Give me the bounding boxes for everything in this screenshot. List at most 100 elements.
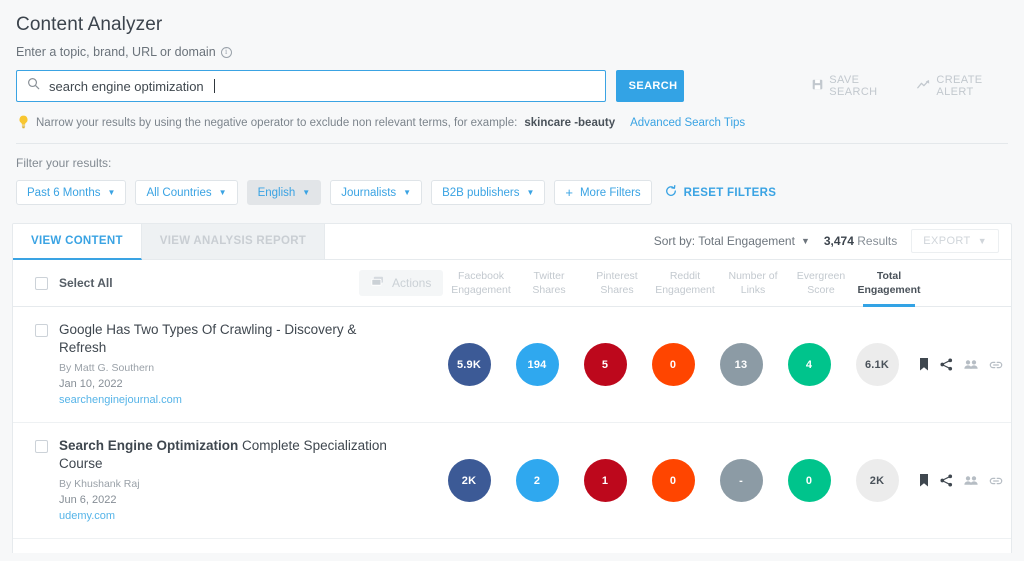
filter-chip-language-label: English (257, 186, 296, 199)
filter-chip-language[interactable]: English ▼ (246, 180, 322, 205)
export-button[interactable]: EXPORT ▼ (911, 229, 999, 253)
chevron-down-icon: ▼ (800, 236, 810, 246)
row-author: By Matt G. Southern (59, 362, 155, 374)
chevron-down-icon: ▼ (302, 188, 311, 197)
select-all-checkbox[interactable] (35, 276, 48, 290)
create-alert-button[interactable]: CREATE ALERT (917, 74, 1008, 98)
contacts-icon[interactable] (964, 359, 978, 370)
column-line1: Twitter (533, 270, 565, 282)
table-header: Select All Actions Facebook Engagement T… (13, 260, 1011, 307)
column-line1: Facebook (457, 270, 505, 282)
header-actions: SAVE SEARCH CREATE ALERT (812, 74, 1008, 98)
advanced-search-tips-link[interactable]: Advanced Search Tips (630, 117, 745, 129)
column-line1: Total (876, 270, 902, 282)
reset-filters-label: RESET FILTERS (683, 186, 777, 199)
metric-bubble: 4 (787, 343, 831, 386)
search-button[interactable]: SEARCH (615, 70, 685, 102)
metric-number-of-links: - (707, 459, 775, 502)
row-title[interactable]: Search Engine Optimization Complete Spec… (59, 437, 389, 473)
tabs-row: VIEW CONTENT VIEW ANALYSIS REPORT Sort b… (13, 224, 1011, 260)
row-checkbox[interactable] (35, 324, 48, 337)
info-icon[interactable]: i (220, 46, 232, 58)
column-line2: Shares (532, 284, 566, 296)
bookmark-icon[interactable] (919, 474, 929, 487)
column-reddit-engagement[interactable]: Reddit Engagement (651, 260, 719, 307)
metric-bubble: 0 (787, 459, 831, 502)
search-input-value: search engine optimization (49, 78, 204, 94)
column-line1: Reddit (669, 270, 701, 282)
metric-bubble: 0 (651, 343, 695, 386)
column-line2: Engagement (451, 284, 511, 296)
table-row[interactable]: Google Has Two Types Of Crawling - Disco… (13, 307, 1011, 423)
lightbulb-icon (18, 115, 29, 131)
search-row: search engine optimization SEARCH SAVE S… (16, 70, 1008, 102)
row-content: Search Engine Optimization Complete Spec… (35, 423, 405, 538)
metric-bubble: 0 (651, 459, 695, 502)
metric-bubble: 5.9K (447, 343, 491, 386)
row-title-text: Google Has Two Types Of Crawling - Disco… (59, 322, 357, 355)
metric-bubble: - (719, 459, 763, 502)
link-icon[interactable] (989, 359, 1003, 371)
row-content: Google Has Two Types Of Crawling - Disco… (35, 307, 405, 422)
share-icon[interactable] (940, 474, 953, 487)
sort-by-dropdown[interactable]: Sort by: Total Engagement ▼ (654, 234, 810, 248)
row-title[interactable]: Google Has Two Types Of Crawling - Disco… (59, 321, 389, 357)
row-metrics: 5.9K 194 5 0 13 4 6.1K (435, 343, 1011, 386)
column-evergreen-score[interactable]: Evergreen Score (787, 260, 855, 307)
row-domain-link[interactable]: udemy.com (59, 508, 389, 524)
metric-evergreen-score: 0 (775, 459, 843, 502)
column-pinterest-shares[interactable]: Pinterest Shares (583, 260, 651, 307)
metric-bubble: 2K (855, 459, 899, 502)
row-metrics: 2K 2 1 0 - 0 2K (435, 459, 1011, 502)
metric-facebook-engagement: 5.9K (435, 343, 503, 386)
tab-view-content[interactable]: VIEW CONTENT (13, 224, 142, 260)
contacts-icon[interactable] (964, 475, 978, 486)
filter-chip-date-range[interactable]: Past 6 Months ▼ (16, 180, 127, 205)
results-card: VIEW CONTENT VIEW ANALYSIS REPORT Sort b… (12, 223, 1012, 553)
actions-button[interactable]: Actions (359, 270, 444, 296)
column-line2: Engagement (655, 284, 715, 296)
header: Content Analyzer Enter a topic, brand, U… (0, 0, 1024, 144)
share-icon[interactable] (940, 358, 953, 371)
metric-total-engagement: 2K (843, 459, 911, 502)
sort-by-label: Sort by: Total Engagement (653, 234, 795, 248)
link-icon[interactable] (989, 475, 1003, 487)
more-filters-label: More Filters (579, 186, 641, 199)
filter-chip-countries[interactable]: All Countries ▼ (135, 180, 238, 205)
metric-twitter-shares: 2 (503, 459, 571, 502)
column-line2: Engagement (857, 284, 921, 296)
bookmark-icon[interactable] (919, 358, 929, 371)
tab-view-analysis-report[interactable]: VIEW ANALYSIS REPORT (141, 224, 326, 259)
filter-chip-countries-label: All Countries (146, 186, 212, 199)
row-domain-link[interactable]: searchenginejournal.com (59, 392, 389, 408)
search-icon (27, 77, 40, 95)
metric-total-engagement: 6.1K (843, 343, 911, 386)
filters-label: Filter your results: (16, 156, 112, 170)
column-facebook-engagement[interactable]: Facebook Engagement (447, 260, 515, 307)
chevron-down-icon: ▼ (218, 188, 227, 197)
row-checkbox[interactable] (35, 440, 48, 453)
table-row[interactable]: Search Engine Optimization Complete Spec… (13, 423, 1011, 539)
column-number-of-links[interactable]: Number of Links (719, 260, 787, 307)
reset-filters-button[interactable]: RESET FILTERS (661, 180, 781, 205)
column-twitter-shares[interactable]: Twitter Shares (515, 260, 583, 307)
search-input[interactable]: search engine optimization (16, 70, 606, 102)
metric-reddit-engagement: 0 (639, 343, 707, 386)
more-filters-button[interactable]: + More Filters (554, 180, 652, 205)
filter-chips: Past 6 Months ▼ All Countries ▼ English … (16, 180, 1008, 205)
layers-icon (371, 276, 384, 290)
metric-bubble: 2K (447, 459, 491, 502)
save-search-button[interactable]: SAVE SEARCH (812, 74, 897, 98)
results-count-value: 3,474 (823, 234, 854, 248)
column-line2: Score (807, 284, 835, 296)
text-caret (213, 79, 215, 93)
table-row[interactable]: Google: Alt Text Only A Factor For Image… (13, 539, 1011, 553)
row-actions (911, 358, 1003, 371)
trend-arrow-icon (917, 79, 930, 93)
filter-chip-journalists[interactable]: Journalists ▼ (330, 180, 423, 205)
filter-chip-publishers[interactable]: B2B publishers ▼ (431, 180, 546, 205)
actions-label: Actions (392, 276, 432, 290)
column-total-engagement[interactable]: Total Engagement (855, 260, 923, 307)
filter-chip-date-range-label: Past 6 Months (27, 186, 101, 199)
save-search-label: SAVE SEARCH (829, 74, 878, 98)
